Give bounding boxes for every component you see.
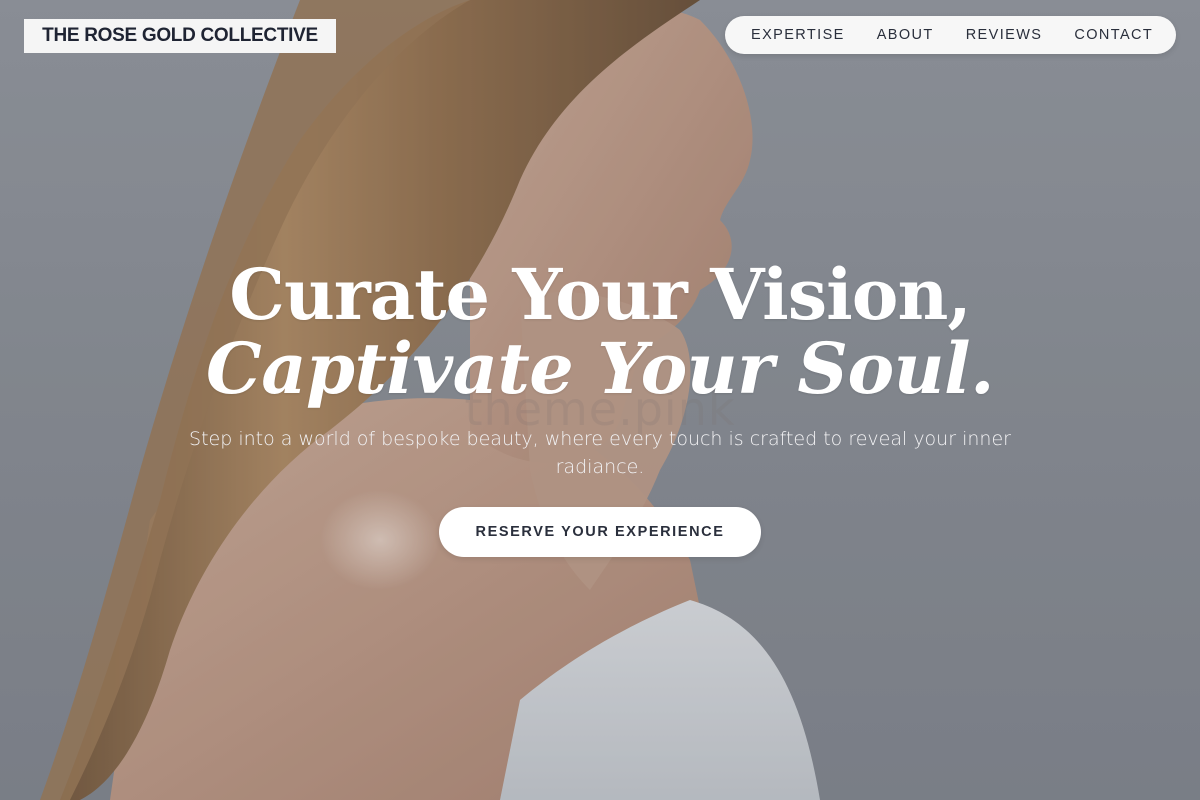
reserve-experience-button[interactable]: RESERVE YOUR EXPERIENCE xyxy=(439,507,761,557)
headline-line-2: Captivate Your Soul. xyxy=(205,327,995,410)
hero-headline: Curate Your Vision, Captivate Your Soul. xyxy=(0,258,1200,406)
main-nav: EXPERTISE ABOUT REVIEWS CONTACT xyxy=(725,16,1176,54)
brand-name: THE ROSE GOLD COLLECTIVE xyxy=(42,25,318,46)
nav-item-contact[interactable]: CONTACT xyxy=(1074,27,1153,43)
nav-item-expertise[interactable]: EXPERTISE xyxy=(751,27,845,43)
brand-logo[interactable]: THE ROSE GOLD COLLECTIVE xyxy=(24,19,336,53)
headline-line-1: Curate Your Vision, xyxy=(229,253,971,336)
nav-item-reviews[interactable]: REVIEWS xyxy=(966,27,1043,43)
nav-item-about[interactable]: ABOUT xyxy=(877,27,934,43)
hero-subtext: Step into a world of bespoke beauty, whe… xyxy=(189,428,1011,478)
